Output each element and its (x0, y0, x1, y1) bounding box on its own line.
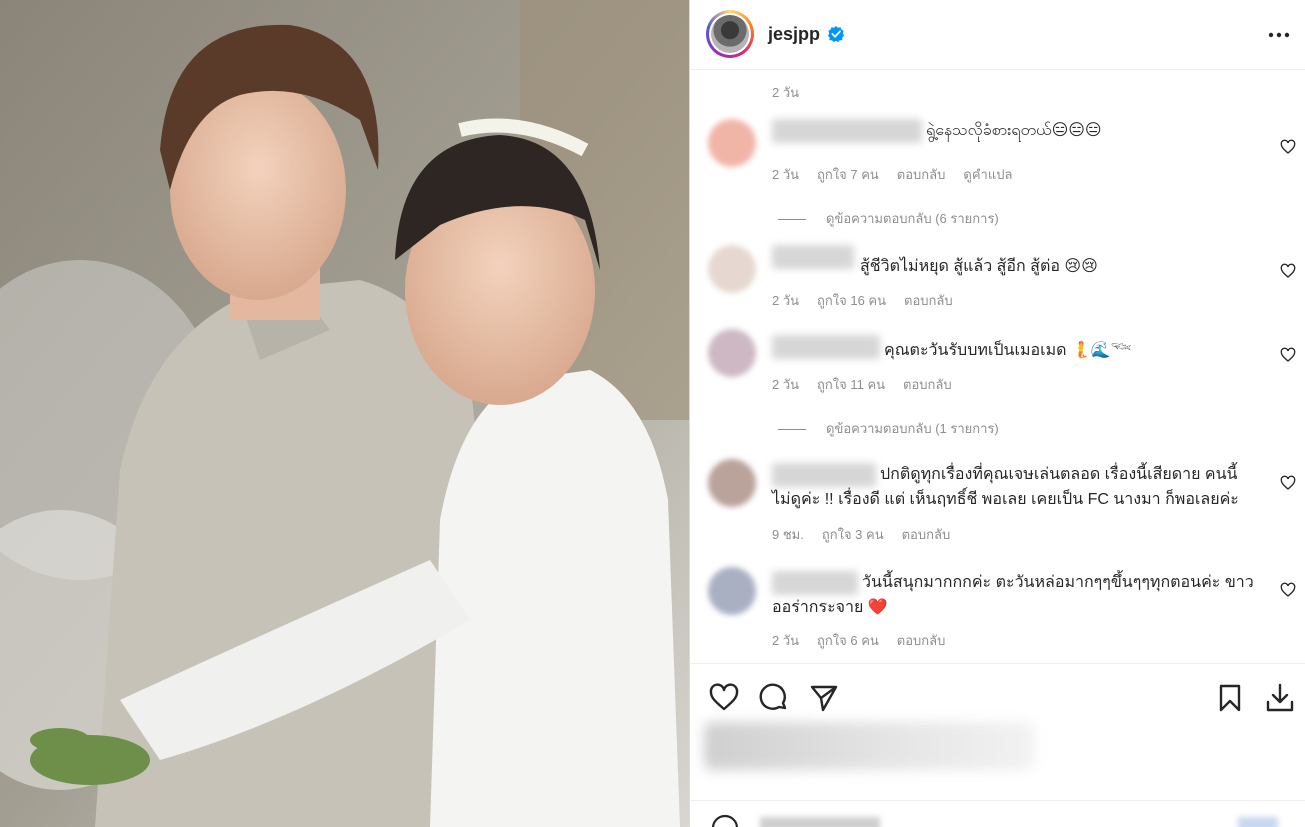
comment-likes[interactable]: ถูกใจ 6 คน (817, 633, 879, 648)
commenter-name-blurred[interactable] (772, 571, 858, 595)
verified-badge-icon (827, 25, 845, 43)
comment-like-heart-icon[interactable] (1280, 263, 1296, 279)
comment-meta: 2 วัน ถูกใจ 16 คน ตอบกลับ (772, 290, 971, 311)
bookmark-icon[interactable] (1214, 682, 1246, 714)
comment-meta: 9 ชม. ถูกใจ 3 คน ตอบกลับ (772, 524, 968, 545)
post-header: jesjpp (690, 0, 1305, 70)
couple-photo-illustration (0, 0, 689, 827)
comment-like-heart-icon[interactable] (1280, 582, 1296, 598)
heart-icon[interactable] (708, 682, 740, 714)
likes-count-blurred[interactable] (704, 722, 1034, 770)
commenter-avatar[interactable] (708, 329, 756, 377)
post-photo[interactable] (0, 0, 689, 827)
commenter-avatar[interactable] (708, 245, 756, 293)
comment-reply-button[interactable]: ตอบกลับ (902, 527, 951, 542)
commenter-avatar[interactable] (708, 567, 756, 615)
emoji-smile-icon[interactable] (710, 813, 740, 827)
comment-meta: 2 วัน ถูกใจ 11 คน ตอบกลับ (772, 374, 970, 395)
view-replies-button[interactable]: ดูข้อความตอบกลับ (6 รายการ) (778, 208, 999, 229)
comment-meta: 2 วัน ถูกใจ 6 คน ตอบกลับ (772, 630, 963, 651)
comment-likes[interactable]: ถูกใจ 16 คน (817, 293, 886, 308)
post-comment-button[interactable] (1238, 817, 1278, 827)
add-comment-bar (690, 800, 1305, 827)
comment-text: ရွဲ့နေသလိုခံစားရတယ်😑😑😑 (926, 122, 1102, 139)
commenter-name-blurred[interactable] (772, 119, 922, 143)
comment-like-heart-icon[interactable] (1280, 475, 1296, 491)
comment-time: 9 ชม. (772, 527, 804, 542)
add-comment-input[interactable] (760, 817, 880, 827)
comment-bubble-icon[interactable] (758, 682, 790, 714)
comment-reply-button[interactable]: ตอบกลับ (897, 167, 946, 182)
comment-text: สู้ชีวิตไม่หยุด สู้แล้ว สู้อีก สู้ต่อ 😢😢 (860, 258, 1098, 275)
download-icon[interactable] (1264, 682, 1296, 714)
comment-text-line-2: ออร่ากระจาย ❤️ (772, 599, 888, 616)
commenter-name-blurred[interactable] (772, 335, 880, 359)
comment-text-line-2: ไม่ดูค่ะ !! เรื่องดี แต่ เห็นฤทธิ์ชี พอเ… (772, 491, 1239, 508)
view-replies-button[interactable]: ดูข้อความตอบกลับ (1 รายการ) (778, 418, 999, 439)
post-side-panel: jesjpp 2 วัน ရွဲ့နေသလိုခံစားရတယ်😑😑😑 2 วั… (690, 0, 1305, 827)
share-send-icon[interactable] (808, 682, 840, 714)
comment-translate-button[interactable]: ดูคำแปล (963, 167, 1012, 182)
profile-avatar[interactable] (706, 10, 754, 58)
comment-text-line-1: ปกติดูทุกเรื่องที่คุณเจษเล่นตลอด เรื่องน… (880, 466, 1238, 483)
comment-text: คุณตะวันรับบทเป็นเมอเมด 🧜🌊𓆝 (884, 342, 1132, 359)
username[interactable]: jesjpp (768, 24, 820, 45)
comment-time: 2 วัน (772, 293, 800, 308)
commenter-avatar[interactable] (708, 459, 756, 507)
comment-reply-button[interactable]: ตอบกลับ (904, 293, 953, 308)
comment-time: 2 วัน (772, 377, 800, 392)
comment-likes[interactable]: ถูกใจ 11 คน (817, 377, 885, 392)
comments-list[interactable]: 2 วัน ရွဲ့နေသလိုခံစားရတယ်😑😑😑 2 วันถูกใจ … (690, 71, 1305, 663)
comment-text-line-1: วันนี้สนุกมากกกค่ะ ตะวันหล่อมากๆๆขึ้นๆๆท… (862, 574, 1254, 591)
comment-meta: 2 วัน ถูกใจ 7 คน ตอบกลับ ดูคำแปล (772, 164, 1030, 185)
comment-reply-button[interactable]: ตอบกลับ (897, 633, 946, 648)
commenter-name-blurred[interactable] (772, 463, 876, 487)
comment-like-heart-icon[interactable] (1280, 139, 1296, 155)
more-dots-icon[interactable] (1266, 22, 1292, 48)
comment-likes[interactable]: ถูกใจ 7 คน (817, 167, 879, 182)
commenter-name-blurred[interactable] (772, 245, 854, 269)
comment-like-heart-icon[interactable] (1280, 347, 1296, 363)
commenter-avatar[interactable] (708, 119, 756, 167)
comment-time: 2 วัน (772, 167, 800, 182)
comment-time: 2 วัน (772, 633, 800, 648)
comment-reply-button[interactable]: ตอบกลับ (903, 377, 952, 392)
post-time: 2 วัน (772, 85, 800, 100)
comment-likes[interactable]: ถูกใจ 3 คน (822, 527, 884, 542)
